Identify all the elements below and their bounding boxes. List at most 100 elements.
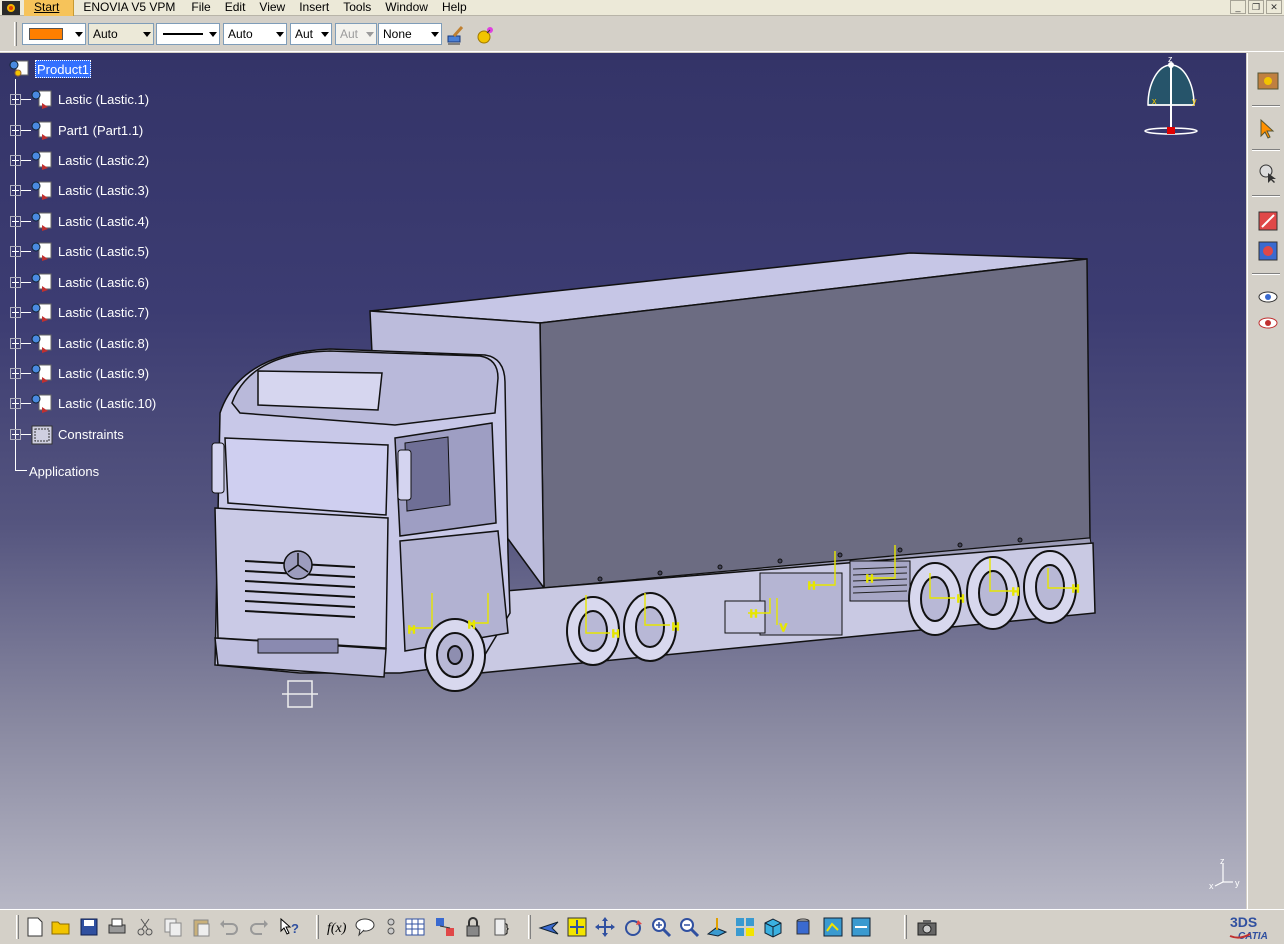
chevron-down-icon xyxy=(75,32,83,37)
point-symbol-combo[interactable]: Aut xyxy=(290,23,332,45)
hide-show-toggle-icon[interactable] xyxy=(822,916,844,938)
graphic-properties-wizard-icon[interactable] xyxy=(474,24,496,46)
expand-icon[interactable] xyxy=(10,216,21,227)
zoom-in-icon[interactable] xyxy=(650,916,672,938)
menu-edit[interactable]: Edit xyxy=(218,0,253,16)
expand-icon[interactable] xyxy=(10,368,21,379)
menu-window[interactable]: Window xyxy=(378,0,435,16)
3d-viewport[interactable]: HHHHHVHHHHH Product1 Lastic (Lastic.1) P… xyxy=(0,53,1246,909)
menu-start[interactable]: Start xyxy=(24,0,75,16)
table-icon[interactable] xyxy=(404,916,426,938)
menu-enovia[interactable]: ENOVIA V5 VPM xyxy=(74,0,184,16)
expand-icon[interactable] xyxy=(10,429,21,440)
paste-icon[interactable] xyxy=(190,916,212,938)
compass-widget[interactable]: z x y xyxy=(1140,55,1202,141)
normal-view-icon[interactable] xyxy=(706,916,728,938)
point-symbol-disabled-value: Aut xyxy=(340,27,359,41)
fit-all-in-icon[interactable] xyxy=(566,916,588,938)
toolbar-grip[interactable] xyxy=(16,915,19,939)
knowledge-icon[interactable] xyxy=(380,916,402,938)
expand-icon[interactable] xyxy=(10,246,21,257)
menu-file[interactable]: File xyxy=(184,0,217,16)
cut-icon[interactable] xyxy=(134,916,156,938)
axis-triad: z x y xyxy=(1209,858,1240,891)
tree-node-label: Lastic (Lastic.3) xyxy=(58,183,150,198)
formula-icon[interactable]: f(x) xyxy=(326,916,348,938)
tree-node-label: Part1 (Part1.1) xyxy=(58,123,144,138)
swap-visible-space-icon[interactable] xyxy=(1256,311,1280,335)
graphic-properties-toolbar: Auto Auto Aut Aut None xyxy=(0,17,1284,52)
toolbar-grip[interactable] xyxy=(316,915,319,939)
capture-camera-icon[interactable] xyxy=(916,916,938,938)
apply-material-icon[interactable] xyxy=(1256,209,1280,233)
chevron-down-icon xyxy=(276,32,284,37)
catia-app-icon[interactable] xyxy=(2,0,20,15)
new-document-icon[interactable] xyxy=(24,916,46,938)
menu-bar: Start ENOVIA V5 VPM File Edit View Inser… xyxy=(0,0,1284,16)
shading-icon[interactable] xyxy=(792,916,814,938)
save-icon[interactable] xyxy=(78,916,100,938)
menu-help[interactable]: Help xyxy=(435,0,474,16)
expand-icon[interactable] xyxy=(10,277,21,288)
manipulation-icon[interactable] xyxy=(1256,161,1280,185)
menu-start-label: Start xyxy=(34,0,60,14)
multi-view-icon[interactable] xyxy=(734,916,756,938)
catalog-icon[interactable] xyxy=(434,916,456,938)
close-button[interactable]: ✕ xyxy=(1266,0,1282,14)
swap-space-icon[interactable] xyxy=(850,916,872,938)
component-icon xyxy=(31,273,52,292)
point-symbol-value: Aut xyxy=(295,27,314,41)
print-icon[interactable] xyxy=(106,916,128,938)
compass-x-label: x xyxy=(1152,96,1157,106)
component-icon xyxy=(31,212,52,231)
transparency-combo[interactable]: Auto xyxy=(88,23,154,45)
redo-icon[interactable] xyxy=(248,916,270,938)
comment-icon[interactable] xyxy=(354,916,376,938)
macro-icon[interactable]: } xyxy=(492,916,514,938)
menu-view[interactable]: View xyxy=(252,0,292,16)
select-arrow-icon[interactable] xyxy=(1256,117,1280,141)
tree-node-label: Lastic (Lastic.2) xyxy=(58,153,150,168)
restore-button[interactable]: ❐ xyxy=(1248,0,1264,14)
iso-view-icon[interactable] xyxy=(762,916,784,938)
toolbar-grip[interactable] xyxy=(14,22,17,46)
menu-insert[interactable]: Insert xyxy=(292,0,336,16)
expand-icon[interactable] xyxy=(10,338,21,349)
fly-mode-icon[interactable] xyxy=(538,916,560,938)
tree-node-applications[interactable]: Applications xyxy=(29,464,99,479)
expand-icon[interactable] xyxy=(10,125,21,136)
constraint-label: H xyxy=(808,581,815,592)
expand-icon[interactable] xyxy=(10,398,21,409)
toolbar-grip[interactable] xyxy=(528,915,531,939)
minimize-button[interactable]: _ xyxy=(1230,0,1246,14)
constraint-label: H xyxy=(1072,584,1079,595)
rotate-icon[interactable] xyxy=(622,916,644,938)
constraint-label: H xyxy=(750,609,757,620)
menu-tools[interactable]: Tools xyxy=(336,0,378,16)
pan-icon[interactable] xyxy=(594,916,616,938)
expand-icon[interactable] xyxy=(10,185,21,196)
expand-icon[interactable] xyxy=(10,155,21,166)
line-thickness-combo[interactable]: Auto xyxy=(223,23,287,45)
component-icon xyxy=(31,303,52,322)
copy-icon[interactable] xyxy=(162,916,184,938)
zoom-out-icon[interactable] xyxy=(678,916,700,938)
toolbar-grip[interactable] xyxy=(904,915,907,939)
fill-color-combo[interactable] xyxy=(22,23,86,45)
workbench-icon[interactable] xyxy=(1256,69,1280,93)
undo-icon[interactable] xyxy=(218,916,240,938)
truck-3d-model[interactable]: H H H H H V H H H H H xyxy=(0,53,1246,909)
render-icon[interactable] xyxy=(1256,239,1280,263)
lock-icon[interactable] xyxy=(462,916,484,938)
line-type-combo[interactable] xyxy=(156,23,220,45)
open-folder-icon[interactable] xyxy=(50,916,72,938)
painter-icon[interactable] xyxy=(446,24,468,46)
constraint-label: H xyxy=(408,625,415,636)
catia-logo[interactable]: 3DS CATIA xyxy=(1228,912,1280,942)
expand-icon[interactable] xyxy=(10,307,21,318)
layer-combo[interactable]: None xyxy=(378,23,442,45)
expand-icon[interactable] xyxy=(10,94,21,105)
hide-show-icon[interactable] xyxy=(1256,285,1280,309)
fill-color-swatch xyxy=(29,28,63,40)
whats-this-icon[interactable]: ? xyxy=(278,916,300,938)
